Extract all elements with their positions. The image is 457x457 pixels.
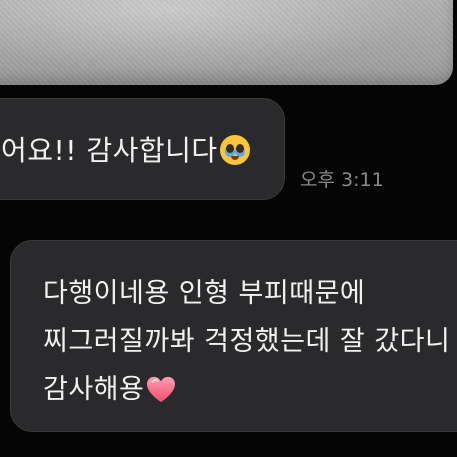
message-text-line: 찌그러질까봐 걱정했는데 잘 갔다니	[43, 326, 451, 357]
message-text: 어요!! 감사합니다	[1, 129, 250, 169]
heart-icon	[146, 376, 176, 404]
message-text-line: 다행이네용 인형 부피때문에	[43, 278, 366, 309]
pleading-face-icon	[219, 135, 250, 165]
message-bubble-received[interactable]: 어요!! 감사합니다	[0, 98, 285, 200]
chat-screen: 어요!! 감사합니다 오후 3:11 다행이네용 인형 부피때문에 찌그러질까봐…	[0, 0, 457, 457]
message-timestamp: 오후 3:11	[300, 169, 384, 191]
photo-message[interactable]	[0, 0, 453, 85]
message-bubble-received[interactable]: 다행이네용 인형 부피때문에 찌그러질까봐 걱정했는데 잘 갔다니 감사해용	[10, 240, 457, 432]
message-text-line: 감사해용	[43, 367, 176, 406]
